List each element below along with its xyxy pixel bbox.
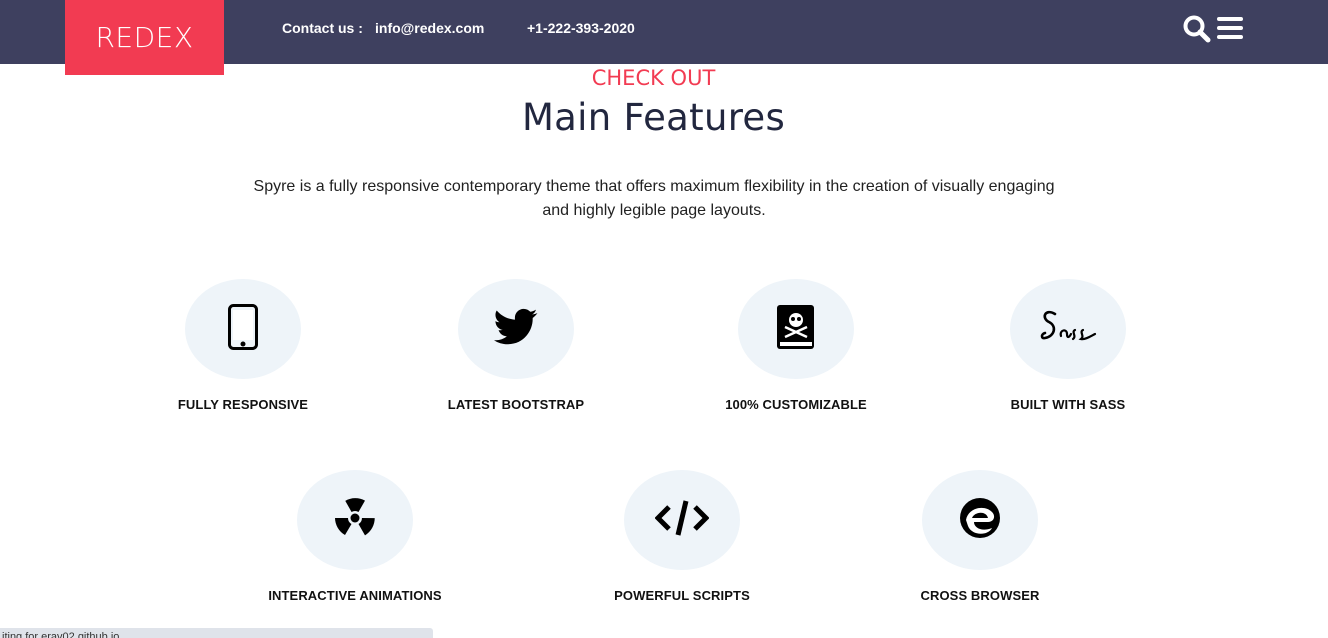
feature-item: POWERFUL SCRIPTS xyxy=(562,470,802,603)
feature-label: BUILT WITH SASS xyxy=(1010,397,1126,412)
edge-browser-icon xyxy=(958,496,1002,545)
browser-status-bar: iting for erav02.github.io... xyxy=(0,628,433,638)
feature-item: FULLY RESPONSIVE xyxy=(123,279,363,412)
section-title: Main Features xyxy=(521,96,786,139)
mobile-phone-icon xyxy=(228,303,258,355)
feature-icon-circle xyxy=(922,470,1038,570)
feature-icon-circle xyxy=(297,470,413,570)
search-icon[interactable] xyxy=(1182,14,1212,49)
feature-icon-circle xyxy=(738,279,854,379)
code-icon xyxy=(654,497,710,544)
skull-crossbones-book-icon xyxy=(776,304,816,355)
feature-label: CROSS BROWSER xyxy=(920,588,1040,603)
feature-label: 100% CUSTOMIZABLE xyxy=(725,397,867,412)
section-intro: Spyre is a fully responsive contemporary… xyxy=(253,178,1055,219)
feature-item: 100% CUSTOMIZABLE xyxy=(676,279,916,412)
feature-item: CROSS BROWSER xyxy=(860,470,1100,603)
feature-icon-circle xyxy=(185,279,301,379)
feature-icon-circle xyxy=(624,470,740,570)
page: Contact us : info@redex.com +1-222-393-2… xyxy=(0,0,1328,638)
contact-phone-link[interactable]: +1-222-393-2020 xyxy=(527,20,635,36)
feature-label: FULLY RESPONSIVE xyxy=(177,397,309,412)
feature-label: POWERFUL SCRIPTS xyxy=(614,588,750,603)
twitter-bird-icon xyxy=(494,308,538,351)
feature-icon-circle xyxy=(1010,279,1126,379)
feature-item: BUILT WITH SASS xyxy=(948,279,1188,412)
hamburger-menu-icon[interactable] xyxy=(1216,14,1244,47)
feature-item: LATEST BOOTSTRAP xyxy=(396,279,636,412)
site-logo[interactable]: REDEX xyxy=(65,0,224,75)
contact-label: Contact us : xyxy=(282,20,363,36)
feature-label: INTERACTIVE ANIMATIONS xyxy=(268,588,442,603)
feature-label: LATEST BOOTSTRAP xyxy=(447,397,585,412)
radiation-icon xyxy=(333,496,377,545)
contact-email-link[interactable]: info@redex.com xyxy=(375,20,484,36)
feature-icon-circle xyxy=(458,279,574,379)
sass-logo-icon xyxy=(1039,306,1097,353)
feature-item: INTERACTIVE ANIMATIONS xyxy=(235,470,475,603)
